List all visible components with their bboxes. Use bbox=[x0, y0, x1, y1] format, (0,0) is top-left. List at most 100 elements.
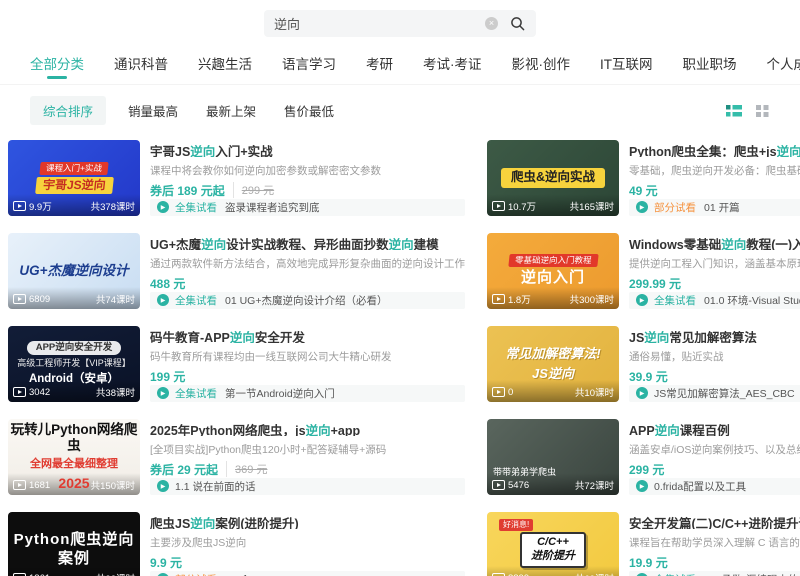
course-info: 码牛教育-APP逆向安全开发 码牛教育所有课程均由一线互联网公司大牛精心研发 1… bbox=[150, 326, 465, 402]
trial-bar[interactable]: ▶ 全集试看 01.0 环境-Visual Studio配置搭建 bbox=[629, 292, 800, 309]
course-card[interactable]: UG+杰魔逆向设计 6809 共74课时 UG+杰魔逆向设计实战教程、异形曲面抄… bbox=[8, 233, 465, 309]
course-thumbnail[interactable]: 课程入门+实战宇哥JS逆向 9.9万 共378课时 bbox=[8, 140, 140, 216]
sort-option[interactable]: 综合排序 bbox=[30, 96, 106, 125]
course-card[interactable]: 课程入门+实战宇哥JS逆向 9.9万 共378课时 宇哥JS逆向入门+实战 课程… bbox=[8, 140, 465, 216]
sort-option[interactable]: 售价最低 bbox=[284, 101, 334, 120]
course-card[interactable]: 带带弟弟学爬虫 5476 共72课时 APP逆向课程百例 涵盖安卓/iOS逆向案… bbox=[487, 419, 800, 495]
price-current: 488 元 bbox=[150, 275, 185, 292]
category-item[interactable]: 个人成长 bbox=[767, 53, 800, 84]
play-icon: ▶ bbox=[157, 480, 169, 492]
trial-bar[interactable]: ▶ 全集试看 1.0 函数-汇编眼中的入口函数参数 bbox=[629, 571, 800, 576]
course-title[interactable]: JS逆向常见加解密算法 bbox=[629, 327, 800, 343]
view-count: 10.7万 bbox=[492, 199, 536, 213]
sort-option[interactable]: 最新上架 bbox=[206, 101, 256, 120]
video-play-icon bbox=[492, 201, 505, 211]
category-item[interactable]: 考试·考证 bbox=[423, 53, 482, 84]
view-count: 3042 bbox=[13, 387, 50, 398]
course-info: UG+杰魔逆向设计实战教程、异形曲面抄数逆向建模 通过两款软件新方法结合，高效地… bbox=[150, 233, 465, 309]
price-row: 49 元 bbox=[629, 182, 800, 199]
course-thumbnail[interactable]: 带带弟弟学爬虫 5476 共72课时 bbox=[487, 419, 619, 495]
course-card[interactable]: 爬虫&逆向实战 10.7万 共165课时 Python爬虫全集：爬虫+js逆向+… bbox=[487, 140, 800, 216]
category-item[interactable]: 职业职场 bbox=[683, 53, 737, 84]
price-current: 券后 29 元起 bbox=[150, 461, 218, 478]
category-item[interactable]: 语言学习 bbox=[282, 53, 336, 84]
trial-bar[interactable]: ▶ 部分试看 01 开篇 bbox=[629, 199, 800, 216]
course-desc: 通过两款软件新方法结合，高效地完成异形复杂曲面的逆向设计工作 bbox=[150, 256, 465, 269]
course-card[interactable]: 零基础逆向入门教程逆向入门 1.8万 共300课时 Windows零基础逆向教程… bbox=[487, 233, 800, 309]
course-title[interactable]: 爬虫JS逆向案例(进阶提升) bbox=[150, 513, 465, 529]
category-item[interactable]: 影视·创作 bbox=[512, 53, 571, 84]
category-item[interactable]: 通识科普 bbox=[114, 53, 168, 84]
category-item[interactable]: 兴趣生活 bbox=[198, 53, 252, 84]
course-thumbnail[interactable]: C/C++ 进阶提升好消息! 8899 共69课时 bbox=[487, 512, 619, 576]
chapter-name: 1.1 说在前面的话 bbox=[175, 479, 256, 494]
course-thumbnail[interactable]: Python爬虫逆向案例 1861 共32课时 bbox=[8, 512, 140, 576]
lesson-count: 共38课时 bbox=[96, 385, 135, 399]
course-title[interactable]: Windows零基础逆向教程(一)入门篇 bbox=[629, 234, 800, 250]
course-thumbnail[interactable]: APP逆向安全开发高级工程师开发【VIP课程】Android（安卓） 3042 … bbox=[8, 326, 140, 402]
grid-view-icon[interactable] bbox=[756, 104, 770, 118]
search-icon[interactable] bbox=[510, 16, 526, 32]
category-item[interactable]: 全部分类 bbox=[30, 53, 84, 84]
trial-bar[interactable]: ▶ 0.frida配置以及工具 bbox=[629, 478, 800, 495]
category-item[interactable]: IT互联网 bbox=[600, 53, 653, 84]
thumbnail-meta: 10.7万 共165课时 bbox=[492, 199, 614, 213]
search-box[interactable]: × bbox=[264, 10, 536, 37]
trial-badge: 全集试看 bbox=[175, 386, 217, 401]
sort-option[interactable]: 销量最高 bbox=[128, 101, 178, 120]
view-count: 5476 bbox=[492, 480, 529, 491]
price-row: 券后 189 元起 299 元 bbox=[150, 182, 465, 199]
course-card[interactable]: APP逆向安全开发高级工程师开发【VIP课程】Android（安卓） 3042 … bbox=[8, 326, 465, 402]
course-thumbnail[interactable]: 零基础逆向入门教程逆向入门 1.8万 共300课时 bbox=[487, 233, 619, 309]
chapter-name: JS常见加解密算法_AES_CBC bbox=[654, 386, 795, 401]
list-view-icon[interactable] bbox=[726, 104, 742, 118]
play-icon: ▶ bbox=[636, 387, 648, 399]
course-thumbnail[interactable]: UG+杰魔逆向设计 6809 共74课时 bbox=[8, 233, 140, 309]
chapter-name: 0.frida配置以及工具 bbox=[654, 479, 746, 494]
chapter-name: 第一节Android逆向入门 bbox=[225, 386, 335, 401]
trial-bar[interactable]: ▶ 全集试看 01 UG+杰魔逆向设计介绍（必看） bbox=[150, 292, 465, 309]
course-card[interactable]: 玩转儿Python网络爬虫全网最全最细整理2025 1681 共150课时 20… bbox=[8, 419, 465, 495]
play-icon: ▶ bbox=[636, 294, 648, 306]
course-title[interactable]: 安全开发篇(二)C/C++进阶提升课程 bbox=[629, 513, 800, 529]
course-card[interactable]: 常见加解密算法!JS逆向 0 共10课时 JS逆向常见加解密算法 通俗易懂，贴近… bbox=[487, 326, 800, 402]
course-title[interactable]: 码牛教育-APP逆向安全开发 bbox=[150, 327, 465, 343]
lesson-count: 共10课时 bbox=[575, 385, 614, 399]
trial-bar[interactable]: ▶ 全集试看 盗录课程者追究到底 bbox=[150, 199, 465, 216]
course-desc: 提供逆向工程入门知识，涵盖基本原理、工具使用和实践案例。 bbox=[629, 256, 800, 269]
trial-bar[interactable]: ▶ JS常见加解密算法_AES_CBC bbox=[629, 385, 800, 402]
thumbnail-text: 全网最全最细整理 bbox=[30, 458, 118, 472]
lesson-count: 共69课时 bbox=[575, 571, 614, 576]
price-row: 299.99 元 bbox=[629, 275, 800, 292]
view-count-text: 5476 bbox=[508, 480, 529, 491]
thumbnail-text: 带带弟弟学爬虫 bbox=[493, 467, 556, 478]
trial-bar[interactable]: ▶ 全集试看 第一节Android逆向入门 bbox=[150, 385, 465, 402]
thumbnail-text: 宇哥JS逆向 bbox=[35, 177, 113, 194]
course-desc: 主要涉及爬虫JS逆向 bbox=[150, 535, 465, 548]
clear-icon[interactable]: × bbox=[485, 17, 498, 30]
trial-bar[interactable]: ▶ 部分试看 yrx-1 bbox=[150, 571, 465, 576]
course-thumbnail[interactable]: 常见加解密算法!JS逆向 0 共10课时 bbox=[487, 326, 619, 402]
price-current: 9.9 元 bbox=[150, 554, 182, 571]
price-row: 488 元 bbox=[150, 275, 465, 292]
search-input[interactable] bbox=[274, 16, 485, 31]
trial-bar[interactable]: ▶ 1.1 说在前面的话 bbox=[150, 478, 465, 495]
price-current: 49 元 bbox=[629, 182, 658, 199]
thumbnail-text: 爬虫&逆向实战 bbox=[501, 168, 605, 188]
course-title[interactable]: 2025年Python网络爬虫，js逆向+app bbox=[150, 420, 465, 436]
course-title[interactable]: UG+杰魔逆向设计实战教程、异形曲面抄数逆向建模 bbox=[150, 234, 465, 250]
price-original: 369 元 bbox=[226, 461, 267, 477]
category-item[interactable]: 考研 bbox=[366, 53, 393, 84]
trial-badge: 部分试看 bbox=[654, 200, 696, 215]
thumbnail-text: UG+杰魔逆向设计 bbox=[19, 263, 128, 280]
price-current: 39.9 元 bbox=[629, 368, 668, 385]
course-title[interactable]: APP逆向课程百例 bbox=[629, 420, 800, 436]
course-card[interactable]: C/C++ 进阶提升好消息! 8899 共69课时 安全开发篇(二)C/C++进… bbox=[487, 512, 800, 576]
course-thumbnail[interactable]: 爬虫&逆向实战 10.7万 共165课时 bbox=[487, 140, 619, 216]
view-count-text: 8899 bbox=[508, 573, 529, 576]
course-title[interactable]: Python爬虫全集：爬虫+js逆向+app逆向 bbox=[629, 141, 800, 157]
course-card[interactable]: Python爬虫逆向案例 1861 共32课时 爬虫JS逆向案例(进阶提升) 主… bbox=[8, 512, 465, 576]
thumbnail-meta: 1861 共32课时 bbox=[13, 571, 135, 576]
course-title[interactable]: 宇哥JS逆向入门+实战 bbox=[150, 141, 465, 157]
course-thumbnail[interactable]: 玩转儿Python网络爬虫全网最全最细整理2025 1681 共150课时 bbox=[8, 419, 140, 495]
